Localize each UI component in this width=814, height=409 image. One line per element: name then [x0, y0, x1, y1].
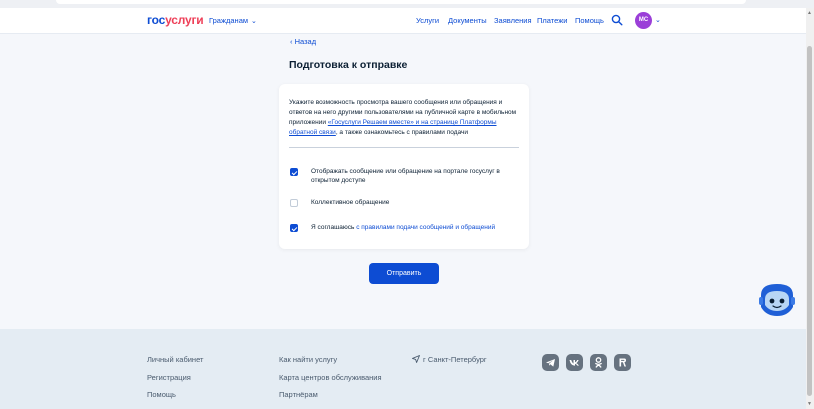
rutube-icon[interactable]: [614, 354, 631, 371]
nav-documents[interactable]: Документы: [448, 16, 487, 25]
logo-part-uslugi: услуги: [165, 13, 204, 27]
scroll-up-icon[interactable]: ▲: [807, 10, 812, 16]
location-arrow-icon: [412, 355, 420, 363]
site-header: госуслуги Гражданам ⌄ Услуги Документы За…: [0, 8, 808, 34]
gosuslugi-logo[interactable]: госуслуги: [147, 13, 204, 27]
tab-edge: [56, 0, 746, 4]
telegram-icon[interactable]: [542, 354, 559, 371]
nav-applications[interactable]: Заявления: [494, 16, 532, 25]
back-label: Назад: [294, 37, 317, 46]
agree-prefix: Я соглашаюсь: [311, 224, 357, 231]
footer-find-service[interactable]: Как найти услугу: [279, 355, 337, 364]
public-display-label[interactable]: Отображать сообщение или обращение на по…: [311, 168, 521, 185]
footer-location[interactable]: г Санкт-Петербург: [412, 355, 487, 364]
back-link[interactable]: ‹ Назад: [290, 37, 316, 46]
public-display-checkbox[interactable]: [290, 168, 298, 176]
footer-registration[interactable]: Регистрация: [147, 373, 191, 382]
logo-part-gos: гос: [147, 13, 166, 27]
assistant-robot-icon[interactable]: [758, 281, 796, 319]
collective-label[interactable]: Коллективное обращение: [311, 199, 521, 208]
avatar[interactable]: МС: [635, 12, 652, 29]
footer-partners[interactable]: Партнёрам: [279, 390, 318, 399]
nav-payments[interactable]: Платежи: [537, 16, 567, 25]
intro-text: Укажите возможность просмотра вашего соо…: [289, 98, 521, 138]
search-icon[interactable]: [611, 14, 623, 26]
scrollbar-thumb[interactable]: [807, 46, 812, 396]
profile-chevron-down-icon[interactable]: ⌄: [655, 16, 661, 24]
rules-link[interactable]: с правилами подачи сообщений и обращений: [356, 224, 495, 231]
audience-dropdown[interactable]: Гражданам ⌄: [209, 16, 257, 25]
footer-help[interactable]: Помощь: [147, 390, 176, 399]
browser-top-strip: [0, 0, 814, 8]
collective-checkbox[interactable]: [290, 199, 298, 207]
scroll-down-icon[interactable]: ▼: [807, 401, 812, 407]
site-footer: Личный кабинет Регистрация Помощь Как на…: [0, 329, 806, 409]
divider: [289, 147, 519, 148]
submit-button[interactable]: Отправить: [369, 263, 439, 284]
agree-rules-label[interactable]: Я соглашаюсь с правилами подачи сообщени…: [311, 224, 521, 233]
footer-service-centers-map[interactable]: Карта центров обслуживания: [279, 373, 382, 382]
footer-personal-account[interactable]: Личный кабинет: [147, 355, 203, 364]
consent-card: Укажите возможность просмотра вашего соо…: [279, 84, 529, 249]
vk-icon[interactable]: [566, 354, 583, 371]
nav-services[interactable]: Услуги: [416, 16, 439, 25]
location-label: г Санкт-Петербург: [423, 355, 487, 364]
odnoklassniki-icon[interactable]: [590, 354, 607, 371]
chevron-down-icon: ⌄: [251, 18, 257, 25]
intro-text-part2: , а также ознакомьтесь с правилами подач…: [335, 129, 469, 136]
agree-rules-checkbox[interactable]: [290, 224, 298, 232]
audience-label: Гражданам: [209, 16, 249, 25]
nav-help[interactable]: Помощь: [575, 16, 604, 25]
page-scrollbar[interactable]: ▲ ▼: [806, 8, 814, 409]
page-title: Подготовка к отправке: [289, 59, 408, 71]
